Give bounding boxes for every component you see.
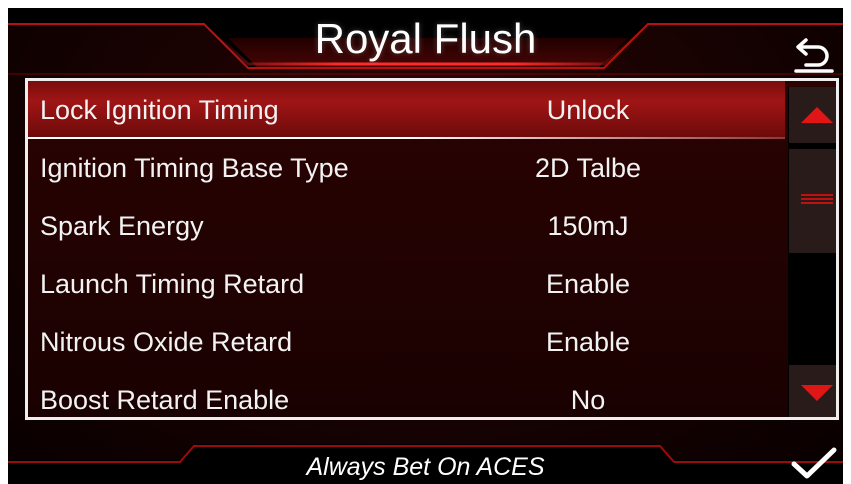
- setting-value: 2D Talbe: [534, 153, 642, 183]
- checkmark-icon: [791, 447, 837, 479]
- setting-value: Enable: [545, 327, 631, 357]
- setting-value: 150mJ: [547, 211, 629, 241]
- setting-row-nitrous-oxide-retard[interactable]: Nitrous Oxide Retard Enable: [28, 313, 785, 371]
- setting-value: No: [570, 385, 606, 415]
- scroll-thumb[interactable]: [789, 149, 836, 253]
- app-screen: Royal Flush Lock Ignition Timing Unlock …: [8, 8, 843, 484]
- setting-label: Launch Timing Retard: [40, 269, 305, 299]
- setting-row-boost-retard-enable[interactable]: Boost Retard Enable No: [28, 371, 785, 417]
- setting-value: Unlock: [546, 95, 630, 125]
- setting-label: Nitrous Oxide Retard: [40, 327, 293, 357]
- settings-list-panel: Lock Ignition Timing Unlock Ignition Tim…: [25, 78, 839, 420]
- settings-list: Lock Ignition Timing Unlock Ignition Tim…: [28, 81, 785, 417]
- setting-row-spark-energy[interactable]: Spark Energy 150mJ: [28, 197, 785, 255]
- scroll-up-button[interactable]: [789, 87, 836, 143]
- grip-lines-icon: [801, 194, 833, 204]
- setting-label: Ignition Timing Base Type: [40, 153, 349, 183]
- back-button[interactable]: [792, 30, 838, 76]
- confirm-button[interactable]: [790, 444, 838, 484]
- setting-label: Boost Retard Enable: [40, 385, 290, 415]
- triangle-down-icon: [801, 385, 833, 401]
- scrollbar[interactable]: [788, 87, 836, 417]
- back-arrow-icon: [794, 38, 834, 73]
- setting-row-lock-ignition-timing[interactable]: Lock Ignition Timing Unlock: [28, 81, 785, 139]
- setting-value: Enable: [545, 269, 631, 299]
- setting-label: Lock Ignition Timing: [40, 95, 279, 125]
- setting-label: Spark Energy: [40, 211, 204, 241]
- setting-row-launch-timing-retard[interactable]: Launch Timing Retard Enable: [28, 255, 785, 313]
- triangle-up-icon: [801, 107, 833, 123]
- scroll-down-button[interactable]: [789, 365, 836, 417]
- setting-row-ignition-timing-base-type[interactable]: Ignition Timing Base Type 2D Talbe: [28, 139, 785, 197]
- page-title: Royal Flush: [314, 15, 537, 62]
- footer-tagline: Always Bet On ACES: [306, 453, 545, 481]
